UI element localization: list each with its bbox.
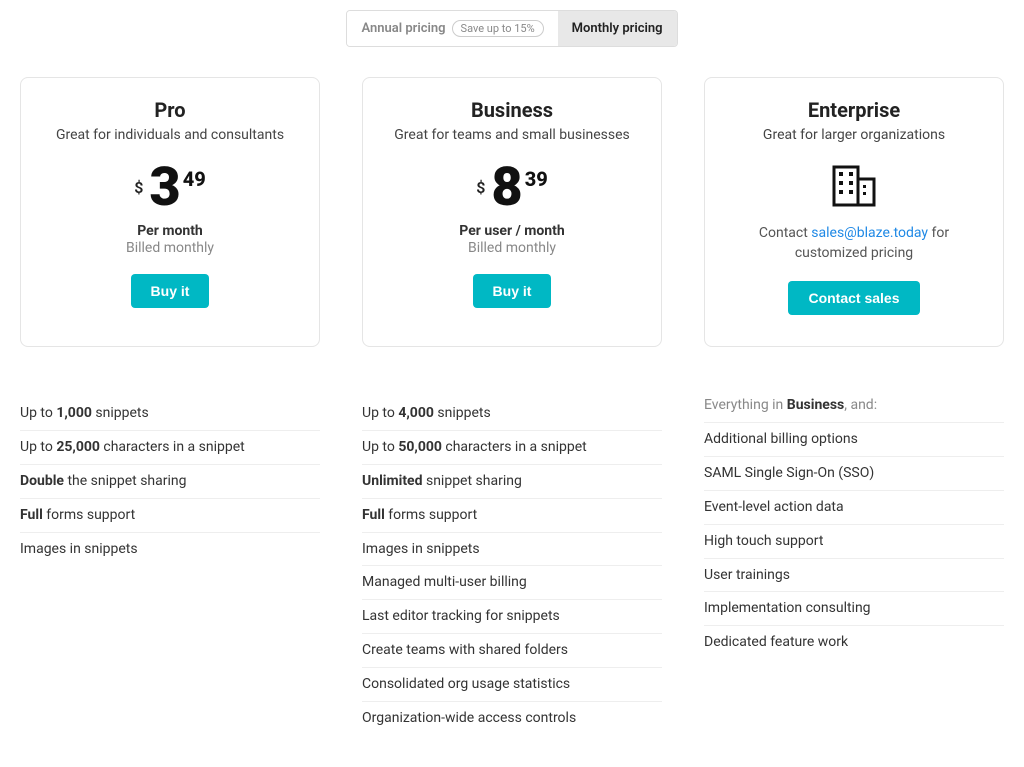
per-label: Per user / month (381, 223, 643, 239)
feature-item: Full forms support (362, 499, 662, 533)
contact-sales-button[interactable]: Contact sales (788, 281, 919, 315)
feature-item: Organization-wide access controls (362, 702, 662, 735)
feature-item: Images in snippets (362, 533, 662, 567)
plan-business-features: Up to 4,000 snippetsUp to 50,000 charact… (362, 397, 662, 735)
feature-item: Unlimited snippet sharing (362, 465, 662, 499)
monthly-label: Monthly pricing (572, 21, 663, 36)
feature-item: Last editor tracking for snippets (362, 600, 662, 634)
plan-enterprise-column: Enterprise Great for larger organization… (704, 77, 1004, 735)
feature-item: Additional billing options (704, 423, 1004, 457)
feature-item: High touch support (704, 525, 1004, 559)
feature-item: Create teams with shared folders (362, 634, 662, 668)
feature-item: Managed multi-user billing (362, 566, 662, 600)
feature-item: Implementation consulting (704, 592, 1004, 626)
feature-item: SAML Single Sign-On (SSO) (704, 457, 1004, 491)
feature-item: Images in snippets (20, 533, 320, 566)
plan-business-title: Business (381, 98, 643, 122)
plan-pro-column: Pro Great for individuals and consultant… (20, 77, 320, 735)
price-cents: 39 (525, 167, 548, 191)
per-label: Per month (39, 223, 301, 239)
billed-label: Billed monthly (381, 240, 643, 256)
plan-enterprise-title: Enterprise (723, 98, 985, 122)
feature-item: Event-level action data (704, 491, 1004, 525)
plan-enterprise-subtitle: Great for larger organizations (723, 126, 985, 145)
feature-item: Full forms support (20, 499, 320, 533)
annual-label: Annual pricing (361, 21, 445, 36)
pricing-plans: Pro Great for individuals and consultant… (20, 77, 1004, 735)
contact-email-link[interactable]: sales@blaze.today (811, 225, 928, 241)
feature-item: Up to 1,000 snippets (20, 397, 320, 431)
feature-item: Double the snippet sharing (20, 465, 320, 499)
enterprise-intro: Everything in Business, and: (704, 397, 1004, 423)
annual-pricing-toggle[interactable]: Annual pricing Save up to 15% (347, 11, 557, 46)
plan-pro-features: Up to 1,000 snippetsUp to 25,000 charact… (20, 397, 320, 565)
plan-business-subtitle: Great for teams and small businesses (381, 126, 643, 145)
monthly-pricing-toggle[interactable]: Monthly pricing (558, 11, 677, 46)
feature-item: Dedicated feature work (704, 626, 1004, 659)
intro-post: , and: (844, 397, 877, 413)
price-cents: 49 (183, 167, 206, 191)
intro-bold: Business (787, 397, 844, 413)
price-whole: 3 (149, 161, 180, 215)
plan-business-price: $ 8 39 (381, 161, 643, 215)
plan-business-column: Business Great for teams and small busin… (362, 77, 662, 735)
feature-item: Up to 4,000 snippets (362, 397, 662, 431)
currency-symbol: $ (476, 178, 485, 197)
billing-toggle: Annual pricing Save up to 15% Monthly pr… (20, 10, 1004, 47)
feature-item: Up to 25,000 characters in a snippet (20, 431, 320, 465)
feature-item: Up to 50,000 characters in a snippet (362, 431, 662, 465)
plan-enterprise-features: Everything in Business, and: Additional … (704, 397, 1004, 659)
plan-pro-price: $ 3 49 (39, 161, 301, 215)
buy-pro-button[interactable]: Buy it (131, 274, 210, 308)
building-icon (830, 161, 878, 209)
intro-pre: Everything in (704, 397, 787, 413)
contact-line: Contact sales@blaze.today for customized… (723, 223, 985, 264)
price-whole: 8 (491, 161, 522, 215)
plan-enterprise-card: Enterprise Great for larger organization… (704, 77, 1004, 347)
plan-pro-card: Pro Great for individuals and consultant… (20, 77, 320, 347)
save-badge: Save up to 15% (452, 20, 544, 37)
contact-pre: Contact (759, 225, 811, 241)
feature-item: User trainings (704, 559, 1004, 593)
billed-label: Billed monthly (39, 240, 301, 256)
buy-business-button[interactable]: Buy it (473, 274, 552, 308)
plan-pro-title: Pro (39, 98, 301, 122)
feature-item: Consolidated org usage statistics (362, 668, 662, 702)
plan-business-card: Business Great for teams and small busin… (362, 77, 662, 347)
currency-symbol: $ (134, 178, 143, 197)
plan-pro-subtitle: Great for individuals and consultants (39, 126, 301, 145)
